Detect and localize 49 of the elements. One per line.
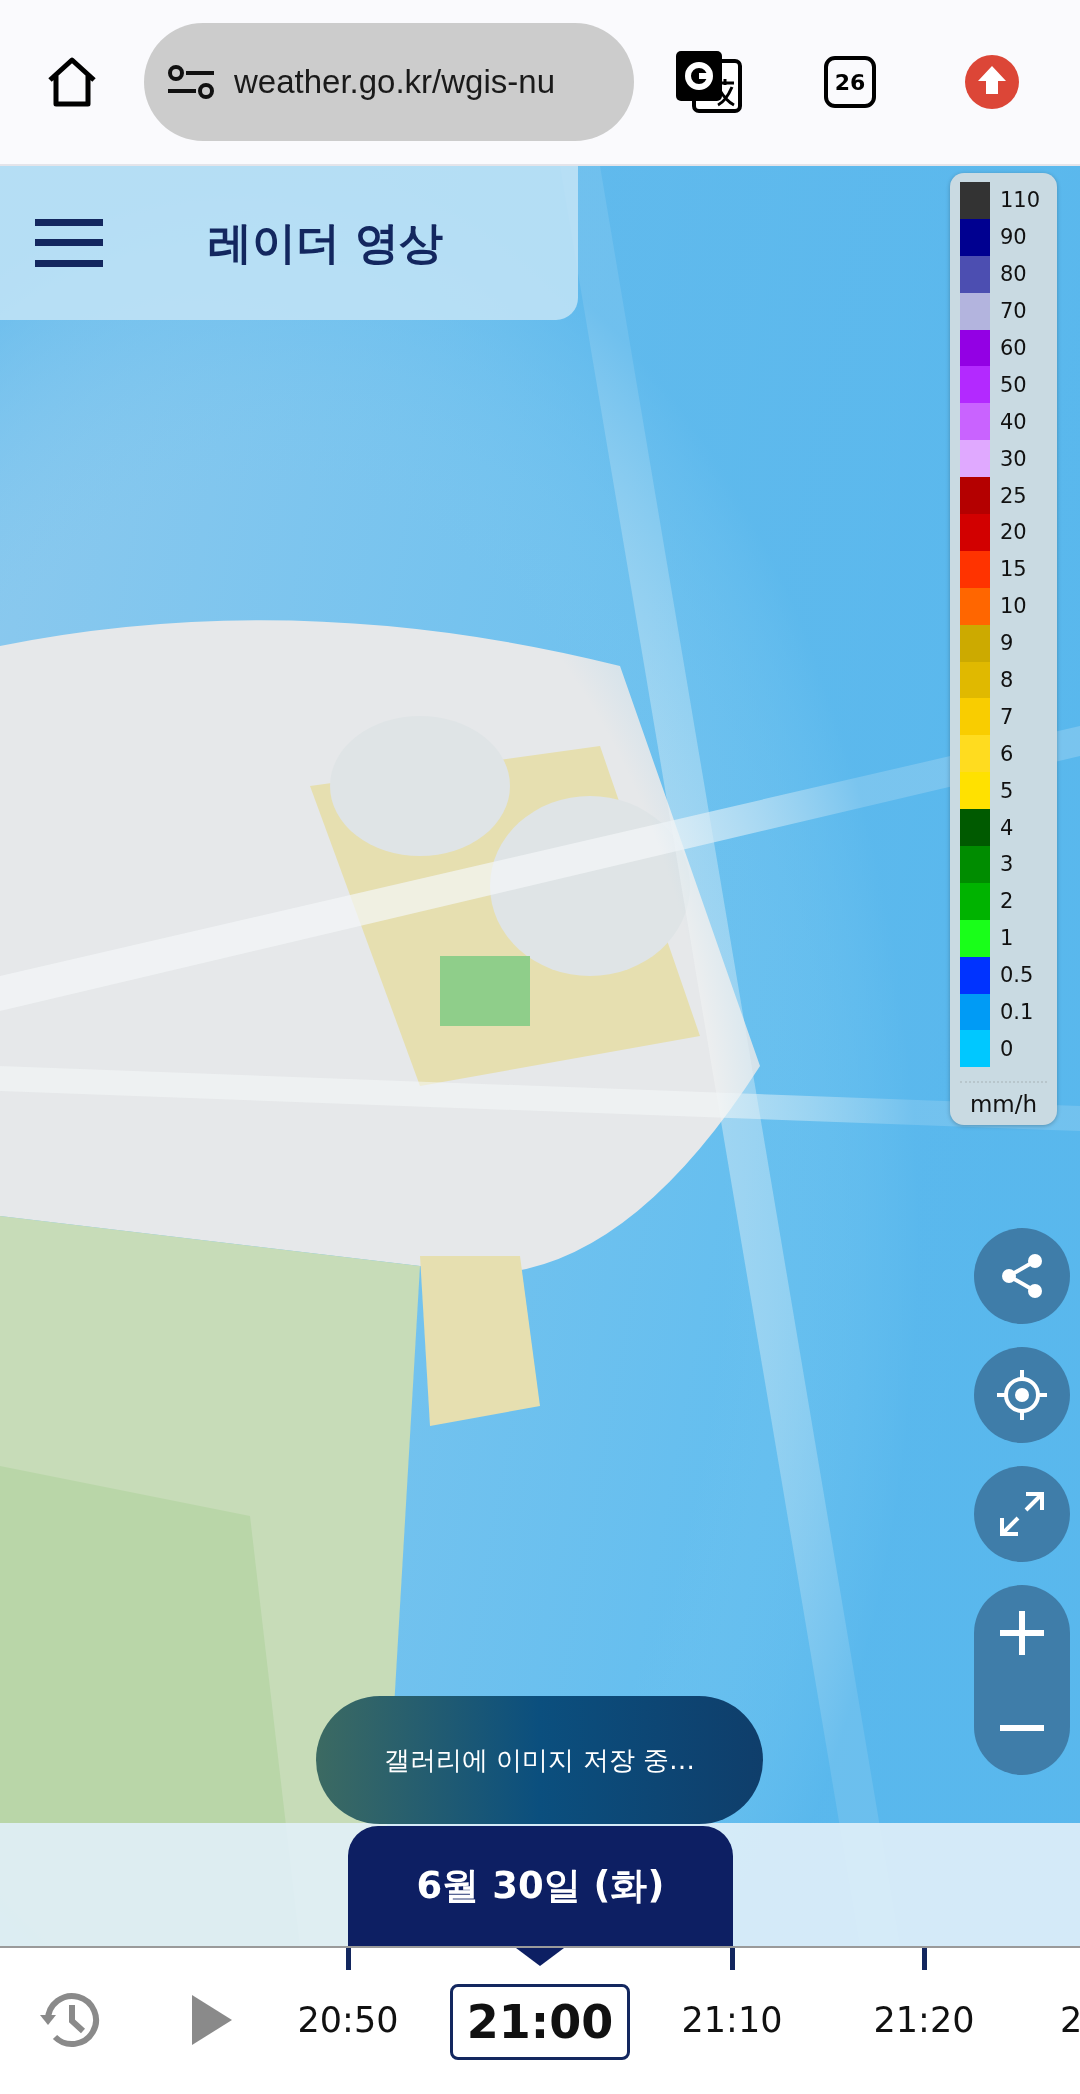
timeline-tick	[922, 1948, 927, 1970]
legend-label: 0	[1000, 1036, 1014, 1061]
legend-label: 60	[1000, 336, 1027, 360]
legend-label: 5	[1000, 778, 1014, 803]
legend-label: 25	[1000, 483, 1027, 508]
legend-label: 8	[1000, 668, 1014, 692]
timeline-tick	[730, 1948, 735, 1970]
legend-label: 80	[1000, 262, 1027, 287]
legend-label: 70	[1000, 299, 1027, 324]
legend-label: 40	[1000, 409, 1027, 434]
time-option[interactable]: 21:10	[681, 2000, 783, 2040]
translate-icon[interactable]	[674, 49, 744, 115]
legend-label: 6	[1000, 741, 1014, 766]
update-icon[interactable]	[964, 54, 1020, 110]
legend-unit: mm/h	[960, 1081, 1047, 1118]
legend-label: 30	[1000, 446, 1027, 471]
plus-icon	[998, 1608, 1046, 1657]
toast-message: 갤러리에 이미지 저장 중…	[316, 1696, 763, 1824]
legend-label: 90	[1000, 225, 1027, 250]
tab-count-button[interactable]: 26	[824, 56, 876, 108]
date-label: 6월 30일 (화)	[348, 1826, 733, 1946]
time-option[interactable]: 21:20	[873, 2000, 975, 2040]
legend-label: 10	[1000, 594, 1027, 619]
legend-label: 3	[1000, 852, 1014, 877]
legend-label: 7	[1000, 704, 1014, 729]
page-title: 레이더 영상	[208, 215, 444, 270]
legend-label: 2	[1000, 889, 1014, 914]
site-settings-icon[interactable]	[166, 64, 216, 100]
menu-icon[interactable]	[35, 219, 103, 267]
play-icon[interactable]	[190, 1993, 234, 2047]
address-bar[interactable]: weather.go.kr/wgis-nu	[144, 23, 634, 141]
timeline-tick	[346, 1948, 351, 1970]
legend-label: 110	[1000, 188, 1041, 213]
url-text: weather.go.kr/wgis-nu	[234, 63, 555, 101]
time-option[interactable]: 21:00	[449, 1984, 631, 2060]
legend-label: 0.5	[1000, 963, 1034, 988]
legend-label: 50	[1000, 372, 1027, 397]
date-pointer	[516, 1948, 564, 1966]
legend-label: 1	[1000, 926, 1014, 951]
time-option[interactable]: 2	[1060, 2000, 1080, 2040]
legend-label: 9	[1000, 631, 1014, 656]
legend-label: 0.1	[1000, 1000, 1034, 1025]
legend-label: 15	[1000, 557, 1027, 582]
time-option[interactable]: 20:50	[297, 2000, 399, 2040]
legend-label: 4	[1000, 815, 1014, 840]
crosshair-icon	[995, 1368, 1049, 1422]
minus-icon	[998, 1723, 1046, 1732]
fullscreen-icon	[998, 1490, 1046, 1538]
legend-label: 20	[1000, 520, 1027, 545]
